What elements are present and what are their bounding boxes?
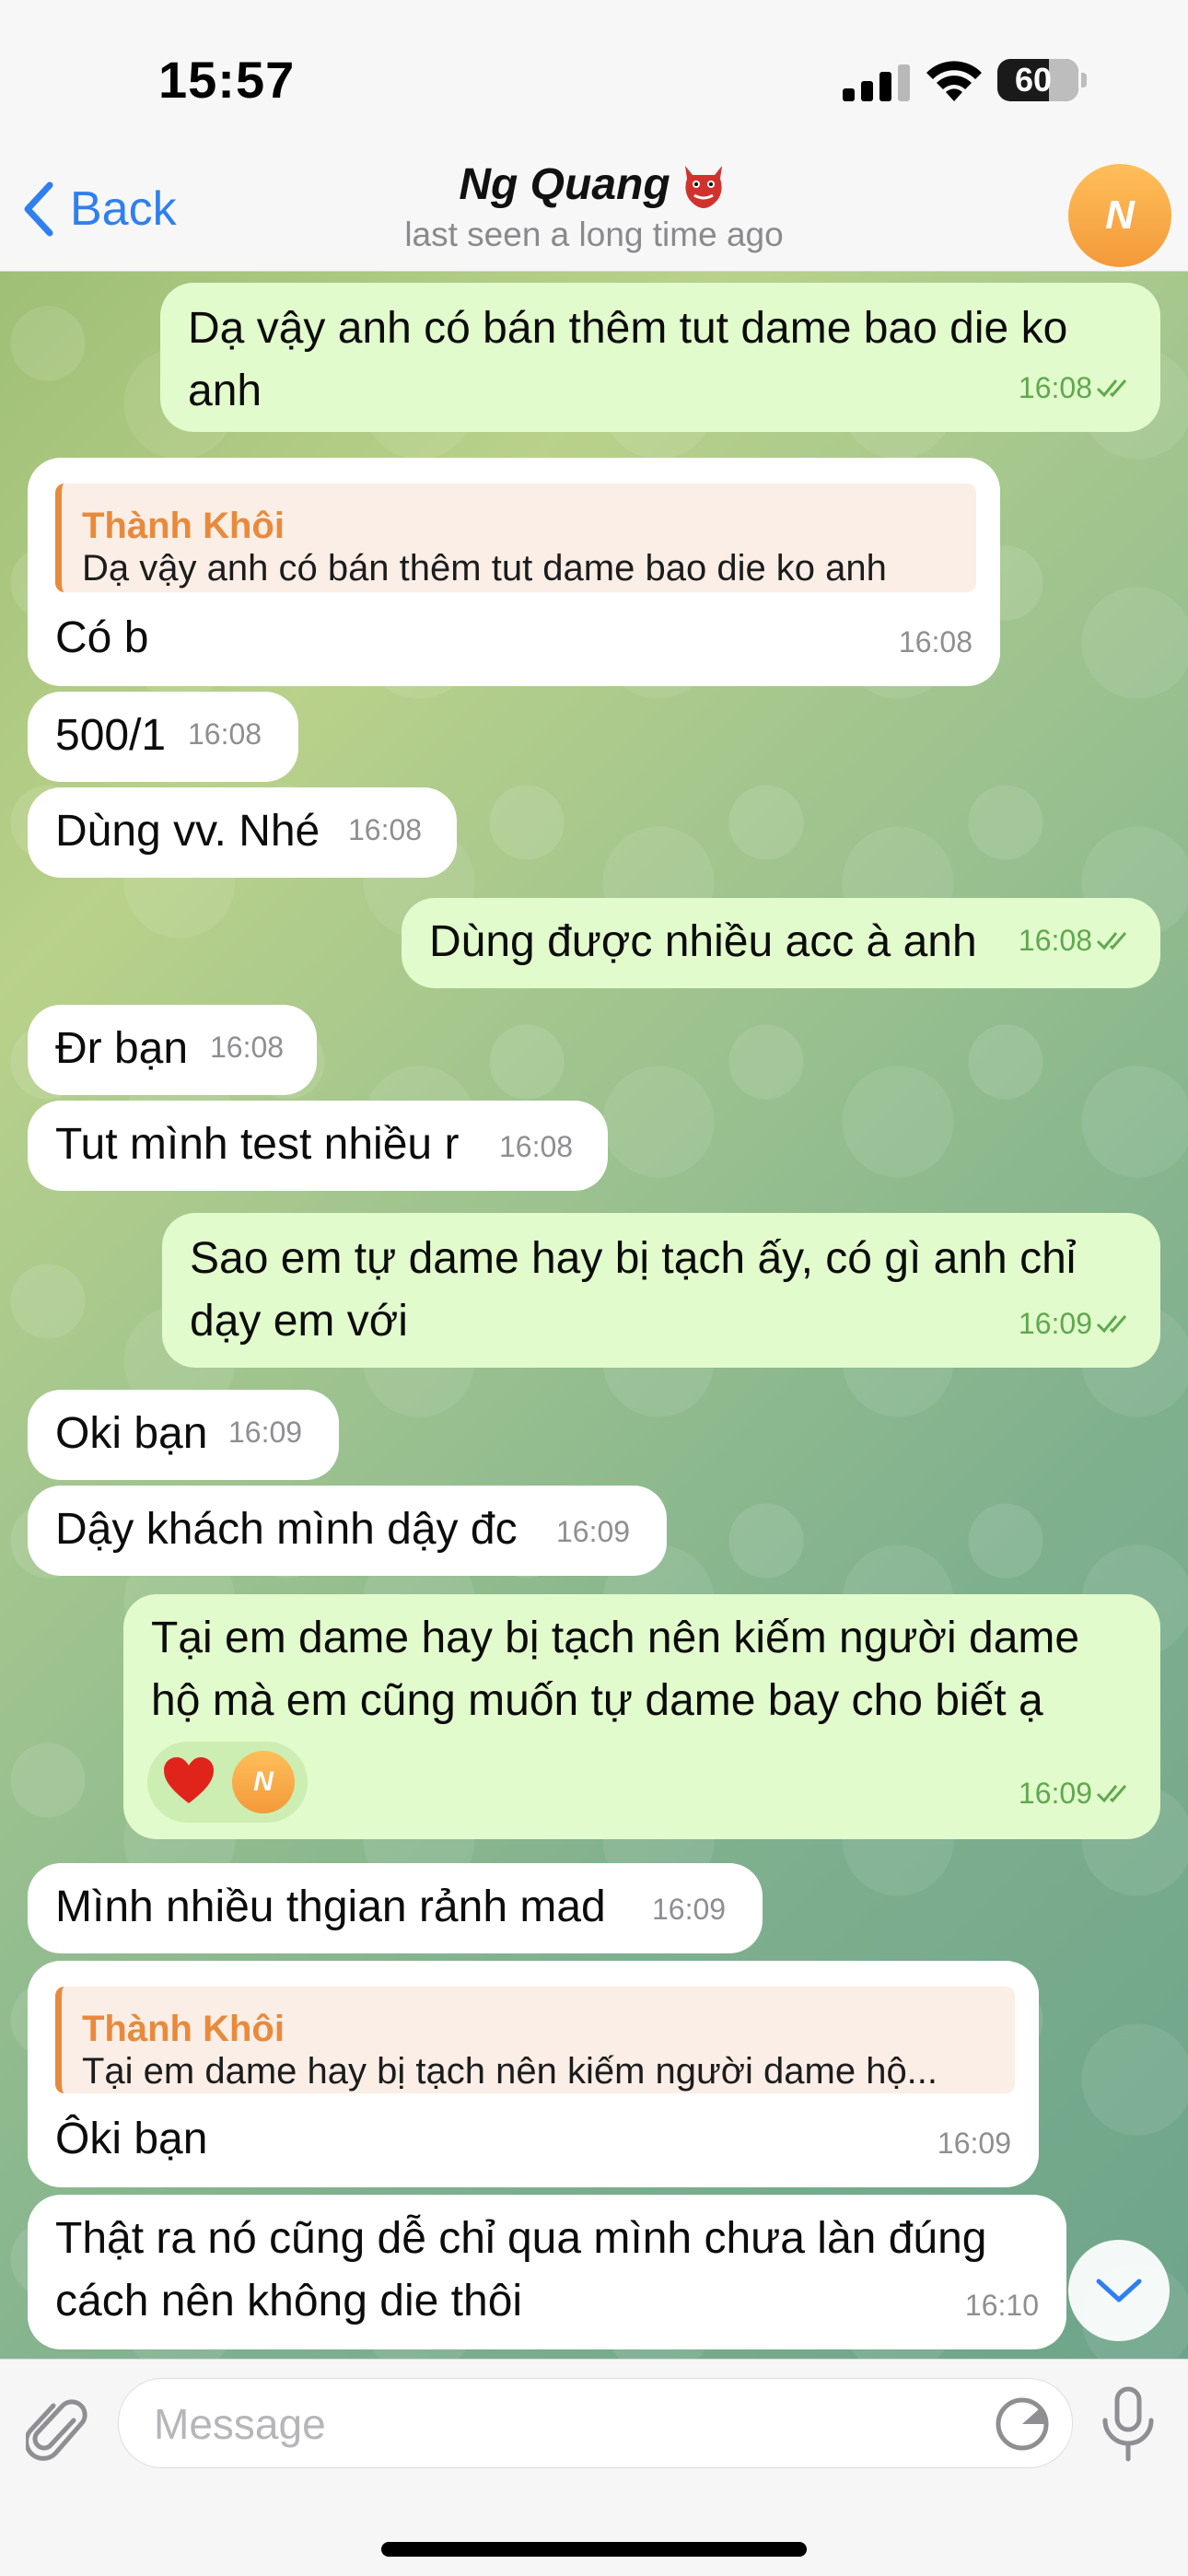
incoming-message[interactable]: Thành Khôi Dạ vậy anh có bán thêm tut da…	[28, 458, 1000, 686]
message-text: Dậy khách mình dậy đc	[55, 1505, 518, 1554]
message-time: 16:08	[898, 625, 973, 659]
message-text: Có b	[55, 613, 149, 662]
message-time: 16:08	[348, 813, 423, 846]
message-input[interactable]	[152, 2379, 948, 2469]
status-time: 15:57	[158, 51, 296, 109]
microphone-icon[interactable]	[1098, 2385, 1159, 2463]
chevron-down-icon	[1096, 2279, 1142, 2302]
incoming-message[interactable]: Thật ra nó cũng dễ chỉ qua mình chưa làn…	[28, 2195, 1066, 2349]
back-label: Back	[70, 182, 177, 236]
paperclip-icon[interactable]	[26, 2393, 92, 2470]
incoming-message[interactable]: 500/1 16:08	[28, 692, 298, 782]
scroll-to-bottom-button[interactable]	[1068, 2240, 1170, 2341]
signal-icon	[843, 61, 911, 101]
double-check-icon	[1096, 932, 1127, 950]
contact-avatar[interactable]: N	[1068, 164, 1171, 267]
outgoing-message[interactable]: Dùng được nhiều acc à anh 16:08	[402, 898, 1160, 988]
message-text: Dạ vậy anh có bán thêm tut dame bao die …	[188, 304, 1068, 415]
incoming-message[interactable]: Dậy khách mình dậy đc 16:09	[28, 1486, 667, 1576]
contact-title: Ng Quang	[459, 158, 728, 210]
reply-text: Dạ vậy anh có bán thêm tut dame bao die …	[82, 548, 887, 589]
message-time: 16:09	[556, 1515, 631, 1548]
wifi-icon	[926, 61, 982, 101]
message-text: Sao em tự dame hay bị tạch ấy, có gì anh…	[190, 1234, 1077, 1346]
double-check-icon	[1096, 1785, 1127, 1803]
message-time: 16:09	[1019, 1292, 1138, 1355]
time-label: 16:09	[1018, 1777, 1092, 1810]
message-text: Tại em dame hay bị tạch nên kiếm người d…	[151, 1614, 1080, 1725]
message-time: 16:08	[188, 717, 262, 751]
message-text: Thật ra nó cũng dễ chỉ qua mình chưa làn…	[55, 2214, 987, 2325]
outgoing-message[interactable]: Sao em tự dame hay bị tạch ấy, có gì anh…	[162, 1213, 1160, 1368]
back-button[interactable]: Back	[20, 177, 177, 241]
incoming-message[interactable]: Oki bạn 16:09	[28, 1390, 339, 1480]
time-label: 16:09	[1018, 1307, 1092, 1340]
incoming-message[interactable]: Thành Khôi Tại em dame hay bị tạch nên k…	[28, 1961, 1039, 2187]
contact-name: Ng Quang	[459, 159, 670, 209]
battery-tip	[1081, 73, 1087, 87]
message-text: Ôki bạn	[55, 2115, 208, 2163]
heart-icon	[164, 1757, 214, 1803]
sticker-icon[interactable]	[994, 2395, 1051, 2453]
demon-emoji-icon	[684, 166, 722, 208]
reply-quote[interactable]: Thành Khôi Tại em dame hay bị tạch nên k…	[55, 1987, 1015, 2093]
message-time: 16:09	[652, 1893, 727, 1926]
incoming-message[interactable]: Tut mình test nhiều r 16:08	[28, 1101, 608, 1191]
reaction-avatar: N	[232, 1751, 295, 1813]
message-list[interactable]: Dạ vậy anh có bán thêm tut dame bao die …	[0, 272, 1188, 2359]
message-time: 16:09	[1019, 1762, 1138, 1824]
back-chevron-icon	[24, 181, 53, 237]
message-time: 16:09	[228, 1416, 303, 1449]
message-time: 16:08	[1019, 909, 1138, 972]
last-seen-status: last seen a long time ago	[404, 216, 784, 253]
reply-text: Tại em dame hay bị tạch nên kiếm người d…	[82, 2051, 938, 2092]
contact-info[interactable]: Ng Quang last seen a long time ago	[313, 158, 875, 254]
message-text: Mình nhiều thgian rảnh mad	[55, 1882, 606, 1931]
message-time: 16:08	[210, 1031, 285, 1064]
reply-quote[interactable]: Thành Khôi Dạ vậy anh có bán thêm tut da…	[55, 484, 976, 592]
battery-icon: 60	[997, 59, 1078, 101]
outgoing-message[interactable]: Tại em dame hay bị tạch nên kiếm người d…	[123, 1594, 1160, 1839]
incoming-message[interactable]: Dùng vv. Nhé 16:08	[28, 787, 457, 878]
double-check-icon	[1096, 1315, 1127, 1334]
message-field	[118, 2378, 1073, 2469]
home-indicator	[381, 2542, 807, 2557]
outgoing-message[interactable]: Dạ vậy anh có bán thêm tut dame bao die …	[160, 283, 1160, 432]
incoming-message[interactable]: Đr bạn 16:08	[28, 1005, 317, 1095]
time-label: 16:08	[1018, 924, 1092, 957]
message-time: 16:08	[499, 1130, 574, 1163]
message-time: 16:08	[1019, 356, 1138, 419]
message-time: 16:09	[937, 2127, 1011, 2160]
incoming-message[interactable]: Mình nhiều thgian rảnh mad 16:09	[28, 1863, 763, 1953]
time-label: 16:08	[1018, 371, 1092, 404]
message-reactions[interactable]: N	[147, 1742, 308, 1823]
battery-level: 60	[1014, 61, 1053, 99]
chat-header: Back Ng Quang last seen a long time ago …	[0, 157, 1188, 272]
double-check-icon	[1096, 379, 1127, 398]
message-time: 16:10	[964, 2289, 1039, 2322]
status-bar: 15:57 60	[0, 0, 1188, 157]
